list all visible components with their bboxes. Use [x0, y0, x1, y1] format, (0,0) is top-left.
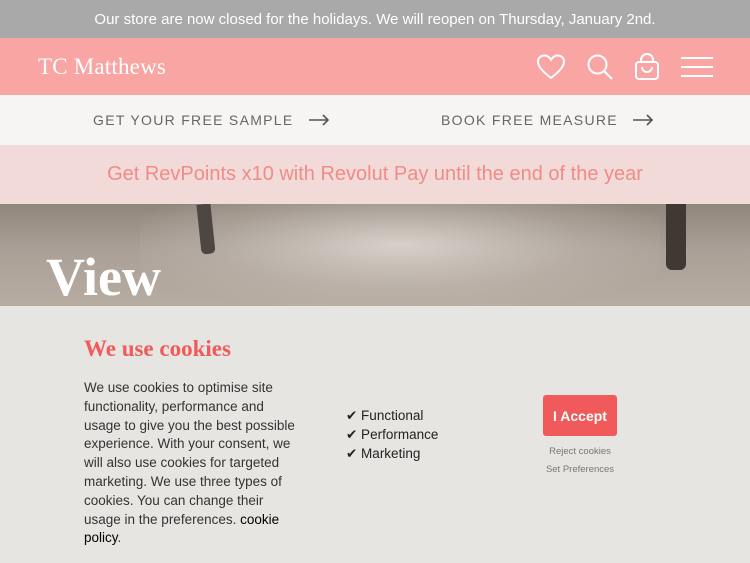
cookie-description: We use cookies to optimise site function… — [84, 379, 299, 548]
reject-cookies-link[interactable]: Reject cookies — [530, 446, 630, 457]
cookie-policy-suffix: . — [117, 530, 122, 546]
free-sample-label: GET YOUR FREE SAMPLE — [93, 112, 294, 128]
cookie-type-performance: ✔ Performance — [346, 426, 439, 442]
hero-image-highlight — [140, 204, 660, 306]
free-measure-label: BOOK FREE MEASURE — [441, 112, 618, 128]
set-preferences-link[interactable]: Set Preferences — [530, 464, 630, 475]
promo-banner[interactable]: Get RevPoints x10 with Revolut Pay until… — [0, 145, 750, 204]
announcement-bar: Our store are now closed for the holiday… — [0, 0, 750, 38]
cookie-body: We use cookies to optimise site function… — [84, 380, 295, 527]
cart-icon[interactable] — [634, 52, 660, 81]
promo-text: Get RevPoints x10 with Revolut Pay until… — [107, 163, 643, 185]
menu-icon[interactable] — [680, 55, 714, 79]
search-icon[interactable] — [586, 53, 614, 81]
cookie-banner: We use cookies We use cookies to optimis… — [0, 306, 750, 563]
header-icons — [536, 52, 714, 81]
cookie-type-functional: ✔ Functional — [346, 408, 424, 423]
cookie-type-marketing: ✔ Marketing — [346, 445, 421, 461]
cookie-types-list: ✔ Functional ✔ Performance ✔ Marketing — [346, 407, 438, 463]
heart-icon[interactable] — [536, 53, 566, 81]
free-measure-link[interactable]: BOOK FREE MEASURE — [441, 112, 654, 128]
announcement-text: Our store are now closed for the holiday… — [94, 10, 656, 28]
free-sample-link[interactable]: GET YOUR FREE SAMPLE — [93, 112, 330, 128]
cookie-title: We use cookies — [84, 336, 231, 361]
hero-section: View — [0, 204, 750, 306]
arrow-right-icon — [308, 114, 329, 126]
site-header: TC Matthews — [0, 38, 750, 95]
accept-cookies-button[interactable]: I Accept — [543, 395, 617, 436]
cta-bar: GET YOUR FREE SAMPLE BOOK FREE MEASURE — [0, 95, 750, 145]
arrow-right-icon — [632, 114, 654, 126]
hero-title: View — [46, 247, 161, 306]
logo[interactable]: TC Matthews — [38, 54, 166, 80]
hero-image-furniture-leg — [666, 204, 686, 270]
